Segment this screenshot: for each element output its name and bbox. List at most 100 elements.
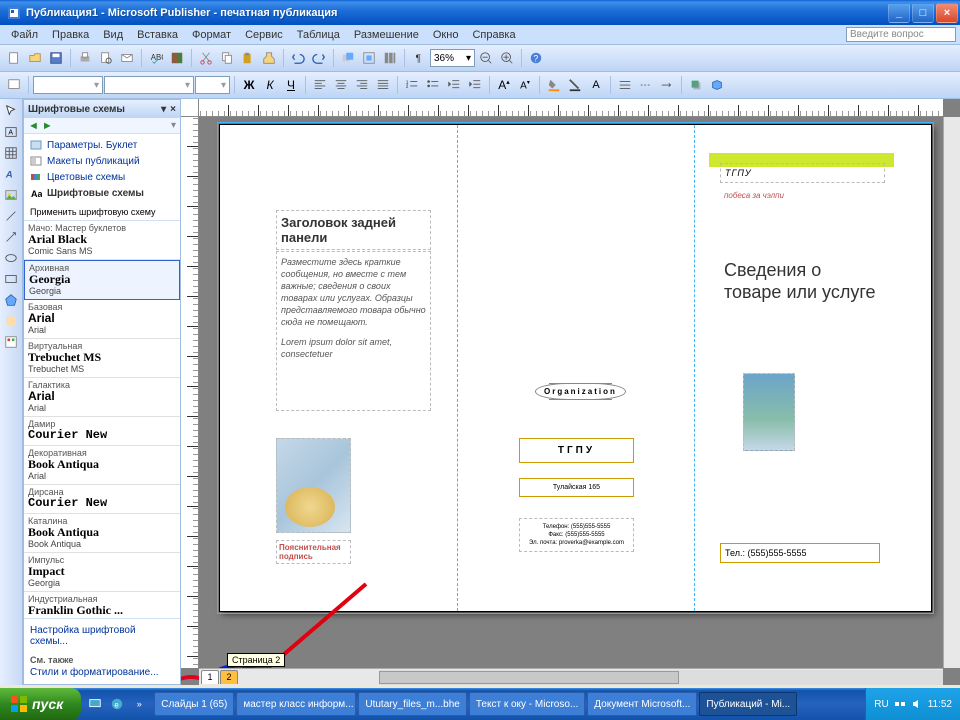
menu-arrange[interactable]: Размешение — [347, 27, 426, 43]
close-button[interactable]: × — [936, 3, 958, 23]
font-combo[interactable]: ▾ — [104, 76, 194, 94]
menu-tools[interactable]: Сервис — [238, 27, 290, 43]
task-item-6[interactable]: Публикаций - Mi... — [699, 692, 797, 716]
align-left-button[interactable] — [310, 75, 330, 95]
line-tool[interactable] — [2, 206, 21, 225]
undo-button[interactable] — [288, 48, 308, 68]
scheme-item[interactable]: БазоваяArialArial — [24, 300, 180, 339]
open-button[interactable] — [25, 48, 45, 68]
dash-style-button[interactable] — [636, 75, 656, 95]
spelling-button[interactable]: ABC — [146, 48, 166, 68]
back-image[interactable] — [276, 438, 351, 533]
research-button[interactable] — [167, 48, 187, 68]
bring-front-button[interactable] — [338, 48, 358, 68]
new-button[interactable] — [4, 48, 24, 68]
start-button[interactable]: пуск — [0, 688, 81, 720]
vertical-scrollbar[interactable] — [943, 117, 960, 668]
page-tab-2[interactable]: 2 — [220, 670, 238, 684]
zoom-out-button[interactable] — [476, 48, 496, 68]
shadow-button[interactable] — [686, 75, 706, 95]
zoom-combo[interactable]: 36%▾ — [430, 49, 475, 67]
scheme-item[interactable]: ИмпульсImpactGeorgia — [24, 553, 180, 592]
front-tel-box[interactable]: Тел.: (555)555-5555 — [720, 543, 880, 563]
outdent-button[interactable] — [444, 75, 464, 95]
task-item-5[interactable]: Документ Microsoft... — [587, 692, 697, 716]
back-body-box[interactable]: Разместите здесь краткие сообщения, но в… — [276, 251, 431, 411]
scheme-item[interactable]: КаталинаBook AntiquaBook Antiqua — [24, 514, 180, 553]
scheme-item[interactable]: ДирсанаCourier New — [24, 485, 180, 514]
page-tab-1[interactable]: 1 — [201, 670, 219, 684]
align-center-button[interactable] — [331, 75, 351, 95]
front-image[interactable] — [743, 373, 795, 451]
back-heading-box[interactable]: Заголовок задней панели — [276, 210, 431, 250]
front-tag-box[interactable]: побеса за чэлпи — [720, 187, 885, 204]
numbering-button[interactable]: 12 — [402, 75, 422, 95]
scheme-item[interactable]: АрхивнаяGeorgiaGeorgia — [24, 260, 180, 300]
cut-button[interactable] — [196, 48, 216, 68]
menu-file[interactable]: Файл — [4, 27, 45, 43]
save-button[interactable] — [46, 48, 66, 68]
tray-lang[interactable]: RU — [874, 699, 888, 710]
format-painter-button[interactable] — [259, 48, 279, 68]
special-chars-button[interactable]: ¶ — [409, 48, 429, 68]
taskpane-close-button[interactable]: × — [170, 104, 176, 115]
task-item-1[interactable]: Слайды 1 (65) — [154, 692, 234, 716]
mid-addr-box[interactable]: Тулайская 165 — [519, 478, 634, 497]
underline-button[interactable]: Ч — [281, 75, 301, 95]
nav-back-icon[interactable]: ◄ — [28, 120, 39, 132]
nav-home-icon[interactable]: ▾ — [171, 120, 176, 131]
size-combo[interactable]: ▾ — [195, 76, 230, 94]
autoshapes-tool[interactable] — [2, 290, 21, 309]
ql-ie[interactable]: e — [107, 693, 127, 715]
print-preview-button[interactable] — [96, 48, 116, 68]
table-tool[interactable] — [2, 143, 21, 162]
tray-clock[interactable]: 11:52 — [928, 699, 952, 710]
maximize-button[interactable]: □ — [912, 3, 934, 23]
menu-help[interactable]: Справка — [465, 27, 522, 43]
link-layouts[interactable]: Макеты публикаций — [24, 153, 180, 169]
mid-contact-box[interactable]: Телефон: (555)555-5555 Факс: (555)555-55… — [519, 518, 634, 552]
task-item-2[interactable]: мастер класс информ... — [236, 692, 356, 716]
menu-table[interactable]: Таблица — [290, 27, 347, 43]
mid-org-box[interactable]: ТГПУ — [519, 438, 634, 463]
bold-button[interactable]: Ж — [239, 75, 259, 95]
menu-edit[interactable]: Правка — [45, 27, 96, 43]
picture-tool[interactable] — [2, 185, 21, 204]
nav-forward-icon[interactable]: ► — [42, 120, 53, 132]
link-colors[interactable]: Цветовые схемы — [24, 169, 180, 185]
bullets-button[interactable] — [423, 75, 443, 95]
fill-color-button[interactable] — [544, 75, 564, 95]
menu-insert[interactable]: Вставка — [130, 27, 185, 43]
customize-link[interactable]: Настройка шрифтовой схемы... — [30, 623, 174, 649]
menu-window[interactable]: Окно — [426, 27, 466, 43]
copy-button[interactable] — [217, 48, 237, 68]
ql-desktop[interactable] — [85, 693, 105, 715]
web-preview-button[interactable] — [4, 75, 24, 95]
mail-button[interactable] — [117, 48, 137, 68]
back-caption[interactable]: Пояснительная подпись — [276, 540, 351, 564]
menu-view[interactable]: Вид — [96, 27, 130, 43]
front-org-box[interactable]: ТГПУ — [720, 163, 885, 183]
also-link[interactable]: Стили и форматирование... — [30, 665, 174, 680]
scheme-list[interactable]: Мачо: Мастер буклетовArial BlackComic Sa… — [24, 220, 180, 618]
bookmark-tool[interactable] — [2, 311, 21, 330]
line-color-button[interactable] — [565, 75, 585, 95]
arrow-style-button[interactable] — [657, 75, 677, 95]
publication-page[interactable]: Заголовок задней панели Разместите здесь… — [219, 124, 932, 612]
line-style-button[interactable] — [615, 75, 635, 95]
link-options[interactable]: Параметры. Буклет — [24, 137, 180, 153]
font-color-button[interactable]: A — [586, 75, 606, 95]
textbox-tool[interactable]: A — [2, 122, 21, 141]
design-gallery-tool[interactable] — [2, 332, 21, 351]
rectangle-tool[interactable] — [2, 269, 21, 288]
italic-button[interactable]: К — [260, 75, 280, 95]
3d-button[interactable] — [707, 75, 727, 95]
scheme-item[interactable]: ДекоративнаяBook AntiquaArial — [24, 446, 180, 485]
indent-button[interactable] — [465, 75, 485, 95]
grow-font-button[interactable]: A▴ — [494, 75, 514, 95]
snap-button[interactable] — [359, 48, 379, 68]
scheme-item[interactable]: ДамирCourier New — [24, 417, 180, 446]
task-item-3[interactable]: Ututary_files_m...bhe — [358, 692, 467, 716]
oval-tool[interactable] — [2, 248, 21, 267]
redo-button[interactable] — [309, 48, 329, 68]
